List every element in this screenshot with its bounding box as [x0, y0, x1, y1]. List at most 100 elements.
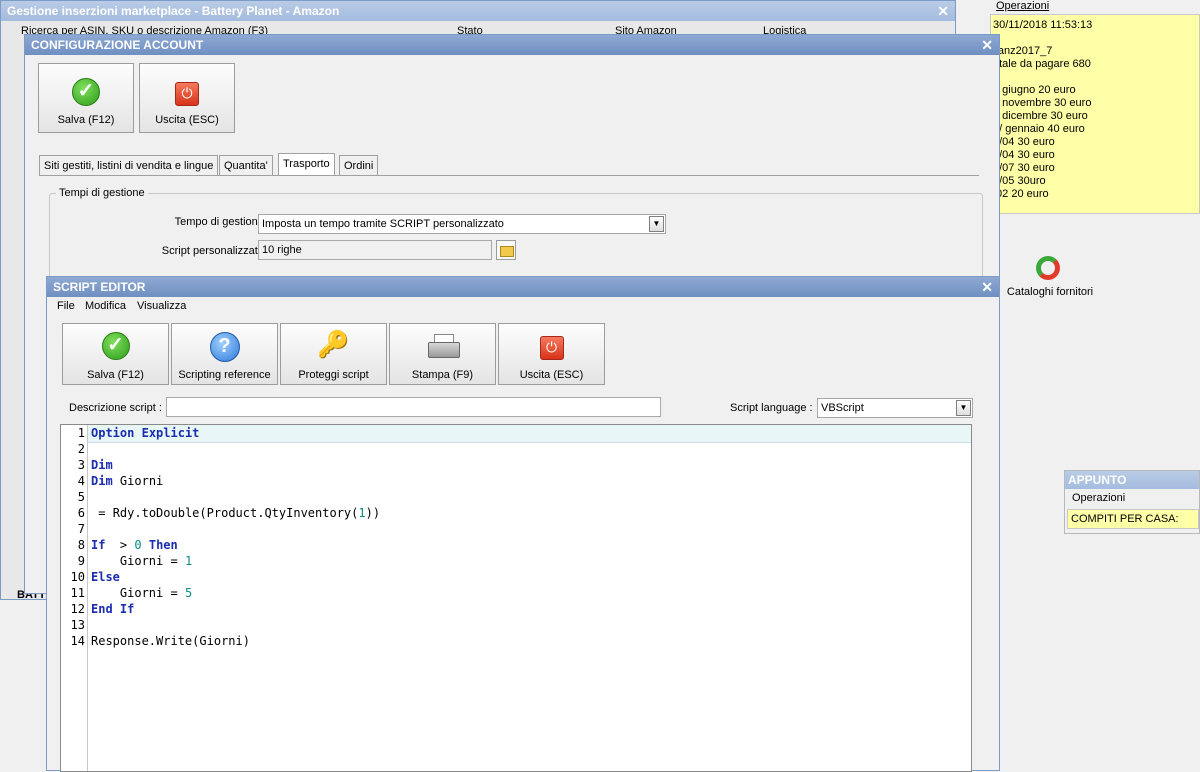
code-text: End If: [91, 602, 135, 616]
line-number: 12: [70, 602, 85, 616]
refresh-arrows-icon: [1034, 252, 1066, 284]
folder-button[interactable]: [496, 240, 516, 260]
tempi-group: Tempi di gestione Tempo di gestione : Im…: [49, 187, 983, 283]
notes-line: /02 20 euro: [993, 188, 1049, 200]
scripting-reference-button[interactable]: ? Scripting reference: [171, 323, 278, 385]
tab-trasporto[interactable]: Trasporto: [278, 153, 335, 175]
code-line[interactable]: 5: [61, 489, 971, 505]
menu-file[interactable]: File: [57, 297, 75, 315]
script-field: 10 righe: [258, 240, 492, 260]
notes-line: 5/04 30 euro: [993, 136, 1055, 148]
appunto-panel: APPUNTO Operazioni COMPITI PER CASA:: [1064, 470, 1200, 534]
line-number: 10: [70, 570, 85, 584]
editor-save-label: Salva (F12): [87, 369, 144, 381]
editor-save-button[interactable]: ✓ Salva (F12): [62, 323, 169, 385]
tab-quantita[interactable]: Quantita': [219, 155, 273, 175]
appunto-operazioni[interactable]: Operazioni: [1065, 489, 1199, 507]
script-editor-close-icon[interactable]: ✕: [981, 279, 993, 296]
code-line[interactable]: 4 Dim Giorni: [61, 473, 971, 489]
code-line[interactable]: 8 If > 0 Then: [61, 537, 971, 553]
tempi-group-label: Tempi di gestione: [56, 187, 148, 199]
config-exit-button[interactable]: ⏻ Uscita (ESC): [139, 63, 235, 133]
line-number: 7: [77, 522, 85, 536]
editor-exit-button[interactable]: ⏻ Uscita (ESC): [498, 323, 605, 385]
line-number: 14: [70, 634, 85, 648]
config-save-button[interactable]: ✓ Salva (F12): [38, 63, 134, 133]
checkmark-icon: ✓: [101, 332, 130, 360]
config-save-label: Salva (F12): [57, 114, 115, 126]
menu-bar: File Modifica Visualizza: [47, 297, 999, 315]
chevron-down-icon[interactable]: ▼: [956, 400, 971, 416]
tab-ordini[interactable]: Ordini: [339, 155, 379, 175]
notes-line: 5/05 30uro: [993, 175, 1046, 187]
line-number: 8: [77, 538, 85, 552]
main-window-title: Gestione inserzioni marketplace - Batter…: [1, 1, 955, 21]
notes-line: 6/07 30 euro: [993, 162, 1055, 174]
code-line[interactable]: 3 Dim: [61, 457, 971, 473]
language-select[interactable]: VBScript ▼: [817, 398, 973, 418]
notes-line: [993, 71, 1197, 84]
main-close-icon[interactable]: ✕: [937, 3, 949, 20]
notes-header[interactable]: Operazioni: [990, 0, 1200, 15]
print-label: Stampa (F9): [411, 369, 474, 381]
tempo-label: Tempo di gestione :: [174, 216, 270, 228]
code-text: Response.Write(Giorni): [91, 634, 250, 648]
tempo-select-value: Imposta un tempo tramite SCRIPT personal…: [262, 218, 504, 230]
menu-visualizza[interactable]: Visualizza: [137, 297, 186, 315]
language-label: Script language :: [730, 402, 813, 414]
code-text: = Rdy.toDouble(Product.QtyInventory(1)): [91, 506, 381, 520]
printer-icon: [427, 334, 460, 360]
code-line[interactable]: 1 Option Explicit: [61, 425, 971, 441]
notes-line: 8/ gennaio 40 euro: [993, 123, 1085, 135]
notes-line: 30/11/2018 11:53:13: [993, 19, 1093, 31]
line-number: 4: [77, 474, 85, 488]
code-line[interactable]: 13: [61, 617, 971, 633]
notes-line: 9 novembre 30 euro: [993, 97, 1092, 109]
code-line[interactable]: 2: [61, 441, 971, 457]
editor-exit-label: Uscita (ESC): [519, 369, 584, 381]
power-icon: ⏻: [175, 82, 199, 106]
code-editor[interactable]: 1 Option Explicit 2 3 Dim 4 Dim Giorni 5 6 = Rd…: [60, 424, 972, 772]
line-number: 9: [77, 554, 85, 568]
notes-line: 8 giugno 20 euro: [993, 84, 1076, 96]
script-label: Script personalizzato :: [161, 245, 270, 257]
notes-panel[interactable]: 30/11/2018 11:53:13 lianz2017_7 otale da p…: [990, 14, 1200, 214]
chevron-down-icon[interactable]: ▼: [649, 216, 664, 232]
print-button[interactable]: Stampa (F9): [389, 323, 496, 385]
cataloghi-fornitori-shortcut[interactable]: Cataloghi fornitori: [1000, 252, 1100, 308]
power-icon: ⏻: [539, 336, 564, 360]
language-select-value: VBScript: [821, 402, 864, 414]
line-number: 11: [70, 586, 85, 600]
notes-line: [993, 32, 1197, 45]
folder-icon: [500, 246, 514, 257]
tab-siti[interactable]: Siti gestiti, listini di vendita e lingu…: [39, 155, 219, 175]
notes-line: otale da pagare 680: [993, 58, 1091, 70]
code-line[interactable]: 14 Response.Write(Giorni): [61, 633, 971, 649]
code-line[interactable]: 12 End If: [61, 601, 971, 617]
code-text: Dim Giorni: [91, 474, 164, 488]
code-text: Option Explicit: [91, 426, 200, 440]
cataloghi-fornitori-label: Cataloghi fornitori: [1006, 286, 1094, 298]
code-text: Else: [91, 570, 120, 584]
code-line[interactable]: 9 Giorni = 1: [61, 553, 971, 569]
config-tabs: Siti gestiti, listini di vendita e lingu…: [39, 153, 979, 176]
script-editor-title: SCRIPT EDITOR: [47, 277, 999, 297]
appunto-content[interactable]: COMPITI PER CASA:: [1067, 509, 1199, 529]
menu-modifica[interactable]: Modifica: [85, 297, 126, 315]
notes-text: 30/11/2018 11:53:13 lianz2017_7 otale da p…: [993, 19, 1197, 201]
notes-header-label: Operazioni: [996, 0, 1050, 12]
notes-line: 4/04 30 euro: [993, 149, 1055, 161]
line-number: 5: [77, 490, 85, 504]
protect-script-button[interactable]: 🔑 Proteggi script: [280, 323, 387, 385]
help-icon: ?: [209, 332, 240, 362]
descrizione-input[interactable]: [166, 397, 661, 417]
code-line[interactable]: 10 Else: [61, 569, 971, 585]
config-close-icon[interactable]: ✕: [981, 37, 993, 54]
code-line[interactable]: 6 = Rdy.toDouble(Product.QtyInventory(1)…: [61, 505, 971, 521]
config-window-title: CONFIGURAZIONE ACCOUNT: [25, 35, 999, 55]
code-line[interactable]: 11 Giorni = 5: [61, 585, 971, 601]
line-number: 1: [77, 426, 85, 440]
tempo-select[interactable]: Imposta un tempo tramite SCRIPT personal…: [258, 214, 666, 234]
notes-line: 7 dicembre 30 euro: [993, 110, 1088, 122]
code-line[interactable]: 7: [61, 521, 971, 537]
